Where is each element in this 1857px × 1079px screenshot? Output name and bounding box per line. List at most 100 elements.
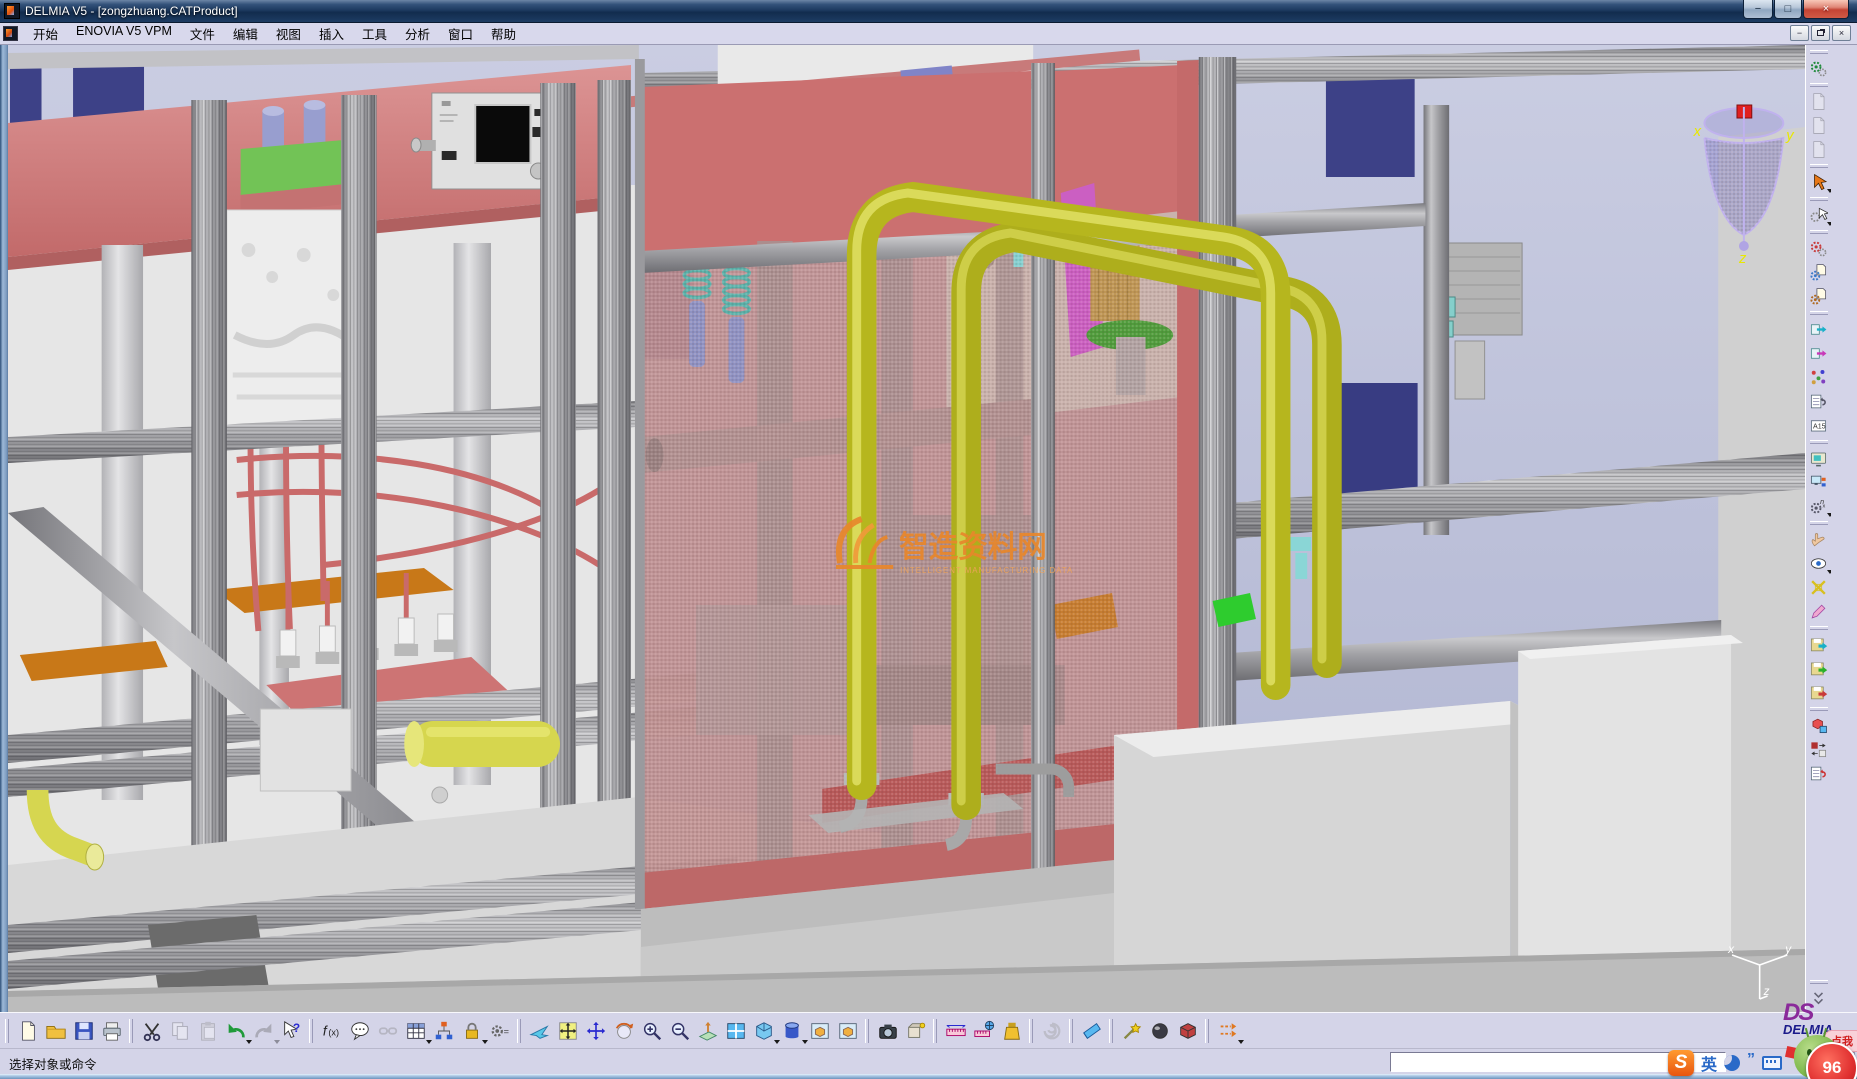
toolbar-grip[interactable] — [517, 1019, 521, 1043]
toolbar-grip[interactable] — [933, 1019, 937, 1043]
toolbar-grip[interactable] — [1810, 521, 1828, 525]
menu-tools[interactable]: 工具 — [353, 24, 396, 43]
menu-analysis[interactable]: 分析 — [396, 24, 439, 43]
swap-product-icon[interactable] — [1807, 737, 1831, 761]
toolbar-grip[interactable] — [129, 1019, 133, 1043]
fly-mode-icon[interactable] — [526, 1017, 554, 1045]
shuttle-arrows-icon[interactable] — [1214, 1017, 1242, 1045]
menu-start[interactable]: 开始 — [24, 24, 67, 43]
menu-view[interactable]: 视图 — [267, 24, 310, 43]
engine-block[interactable] — [227, 210, 357, 435]
ime-punctuation-toggle[interactable]: ” — [1747, 1051, 1755, 1069]
title-bar[interactable]: DELMIA V5 - [zongzhuang.CATProduct] − □ … — [0, 0, 1857, 23]
create-marker-icon[interactable] — [1807, 599, 1831, 623]
moon-icon[interactable] — [1724, 1055, 1740, 1071]
toolbar-grip[interactable] — [5, 1019, 9, 1043]
structure-monitor-icon[interactable] — [1807, 470, 1831, 494]
resource-document-icon[interactable] — [1807, 284, 1831, 308]
clipboard-viewer-icon[interactable] — [1807, 446, 1831, 470]
quick-shot-camera-icon[interactable] — [874, 1017, 902, 1045]
open-document-icon[interactable] — [42, 1017, 70, 1045]
named-view-1-icon[interactable] — [806, 1017, 834, 1045]
named-view-2-icon[interactable] — [834, 1017, 862, 1045]
apply-material-icon[interactable] — [1118, 1017, 1146, 1045]
menu-help[interactable]: 帮助 — [482, 24, 525, 43]
dropdown-arrow-icon[interactable] — [1238, 1040, 1244, 1044]
toolbar-grip[interactable] — [1109, 1019, 1113, 1043]
annotations-icon[interactable] — [1807, 413, 1831, 437]
design-table-icon[interactable] — [402, 1017, 430, 1045]
path-export-icon[interactable] — [1807, 341, 1831, 365]
measure-item-icon[interactable] — [970, 1017, 998, 1045]
cut-icon[interactable] — [138, 1017, 166, 1045]
save-export-icon[interactable] — [1807, 656, 1831, 680]
undo-icon[interactable] — [222, 1017, 250, 1045]
toolbar-grip[interactable] — [309, 1019, 313, 1043]
yellow-cylinder[interactable] — [404, 721, 560, 767]
select-icon[interactable] — [1807, 170, 1831, 194]
fit-all-in-icon[interactable] — [554, 1017, 582, 1045]
toolbar-grip[interactable] — [1810, 707, 1828, 711]
new-document-icon[interactable] — [14, 1017, 42, 1045]
push-to-enovia-icon[interactable] — [1807, 317, 1831, 341]
measure-inertia-icon[interactable] — [998, 1017, 1026, 1045]
pan-icon[interactable] — [582, 1017, 610, 1045]
paste-icon[interactable] — [194, 1017, 222, 1045]
knowledge-advisor-icon[interactable] — [346, 1017, 374, 1045]
mdi-close-button[interactable]: × — [1832, 25, 1851, 41]
zoom-out-icon[interactable] — [666, 1017, 694, 1045]
part-scatter-icon[interactable] — [1807, 365, 1831, 389]
catalog-document-icon[interactable] — [1807, 113, 1831, 137]
3d-viewport[interactable]: x y z x y z 智造资料网 I — [8, 45, 1805, 1012]
toolbar-grip[interactable] — [1810, 50, 1828, 54]
workbench-product-icon[interactable] — [1807, 56, 1831, 80]
toolbar-grip[interactable] — [865, 1019, 869, 1043]
menu-file[interactable]: 文件 — [181, 24, 224, 43]
menu-edit[interactable]: 编辑 — [224, 24, 267, 43]
copy-icon[interactable] — [166, 1017, 194, 1045]
isometric-view-icon[interactable] — [750, 1017, 778, 1045]
toolbar-grip[interactable] — [1810, 83, 1828, 87]
jog-frame-icon[interactable] — [1807, 575, 1831, 599]
toolbar-grip[interactable] — [1810, 980, 1828, 984]
instance-counter-icon[interactable] — [1807, 494, 1831, 518]
toolbar-grip[interactable] — [1205, 1019, 1209, 1043]
render-style-icon[interactable] — [778, 1017, 806, 1045]
viewport-3d-scene[interactable]: x y z x y z 智造资料网 I — [8, 45, 1805, 1012]
sogou-logo-icon[interactable]: S — [1668, 1050, 1694, 1076]
link-product-icon[interactable] — [1807, 713, 1831, 737]
grab-item-icon[interactable] — [1807, 527, 1831, 551]
product-structure-icon[interactable] — [430, 1017, 458, 1045]
roll-up-icon[interactable] — [1807, 389, 1831, 413]
parameters-icon[interactable] — [486, 1017, 514, 1045]
control-panel[interactable] — [411, 93, 548, 189]
redo-icon[interactable] — [250, 1017, 278, 1045]
normal-view-icon[interactable] — [694, 1017, 722, 1045]
ime-language-toggle[interactable]: 英 — [1701, 1051, 1717, 1075]
scene-render-icon[interactable] — [902, 1017, 930, 1045]
selection-sets-icon[interactable] — [1807, 203, 1831, 227]
close-button[interactable]: × — [1803, 0, 1849, 19]
lock-icon[interactable] — [458, 1017, 486, 1045]
link-manager-icon[interactable] — [374, 1017, 402, 1045]
catalog-editor-icon[interactable] — [1807, 137, 1831, 161]
save-view-icon[interactable] — [1807, 632, 1831, 656]
mdi-restore-button[interactable] — [1811, 25, 1830, 41]
process-library-icon[interactable] — [1807, 236, 1831, 260]
save-sync-icon[interactable] — [1807, 680, 1831, 704]
measure-between-icon[interactable] — [942, 1017, 970, 1045]
material-box-icon[interactable] — [1174, 1017, 1202, 1045]
sectioning-icon[interactable] — [1078, 1017, 1106, 1045]
menu-window[interactable]: 窗口 — [439, 24, 482, 43]
create-multi-view-icon[interactable] — [722, 1017, 750, 1045]
maximize-button[interactable]: □ — [1774, 0, 1802, 19]
dropdown-arrow-icon[interactable] — [1827, 222, 1832, 226]
dropdown-arrow-icon[interactable] — [1827, 189, 1832, 193]
toolbar-grip[interactable] — [1029, 1019, 1033, 1043]
toolbar-grip[interactable] — [1810, 230, 1828, 234]
material-sphere-icon[interactable] — [1146, 1017, 1174, 1045]
zoom-in-icon[interactable] — [638, 1017, 666, 1045]
save-document-icon[interactable] — [70, 1017, 98, 1045]
document-icon[interactable] — [3, 26, 18, 41]
menu-insert[interactable]: 插入 — [310, 24, 353, 43]
